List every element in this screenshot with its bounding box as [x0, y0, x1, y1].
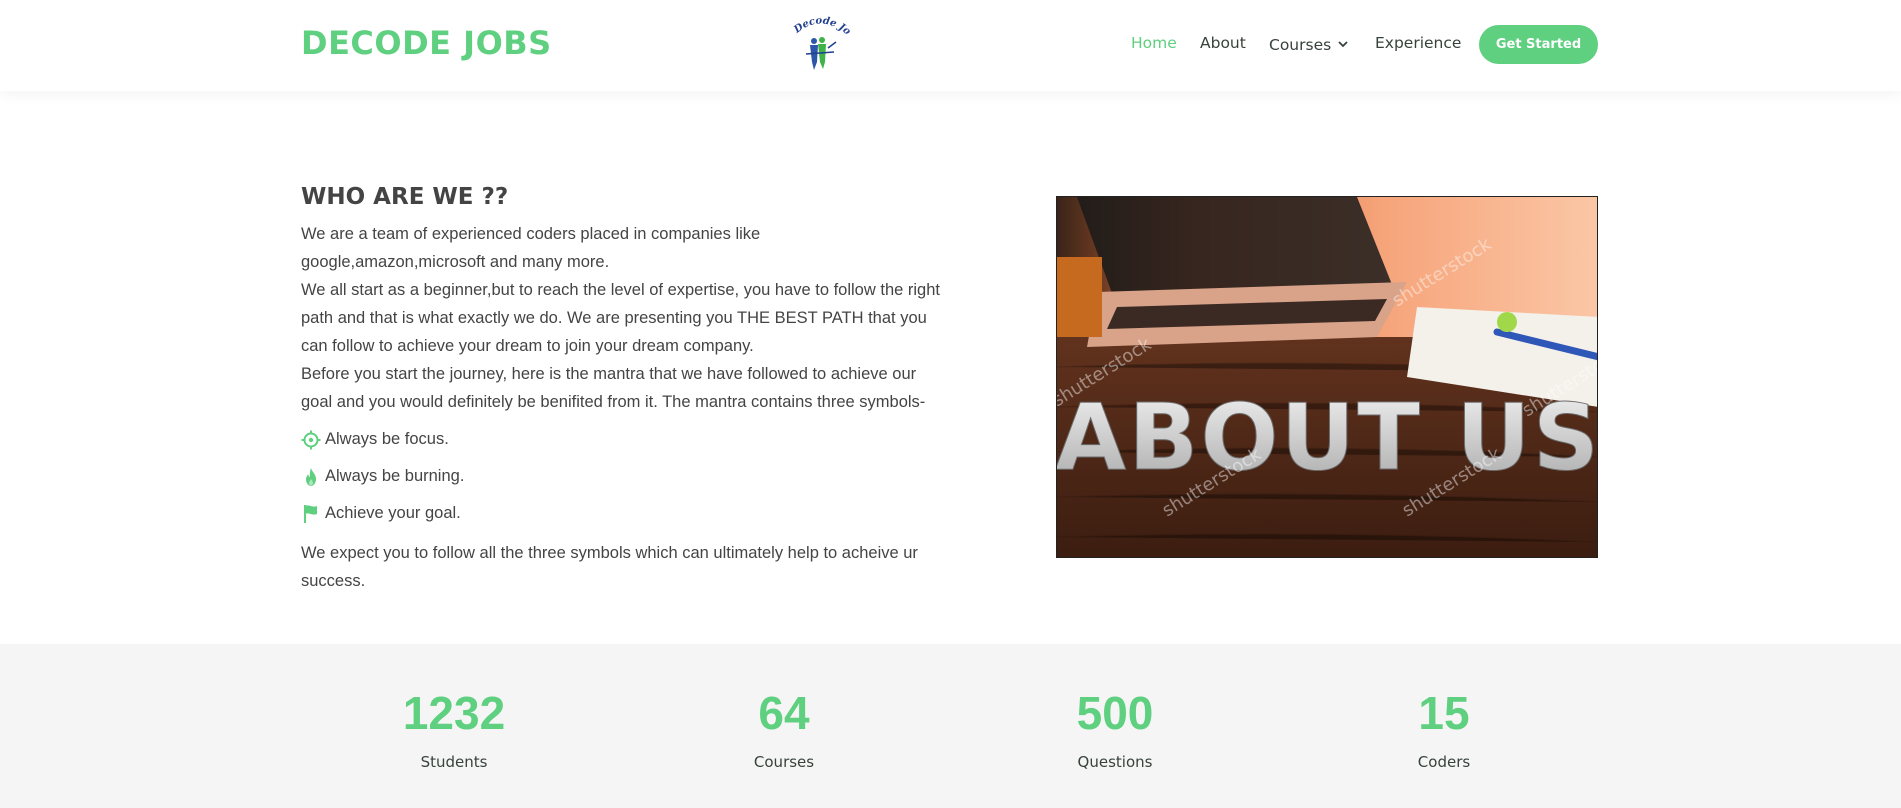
decode-jobs-logo[interactable]: Decode Jobs [785, 4, 853, 72]
brand-logo-text[interactable]: DECODE JOBS [301, 24, 552, 62]
site-header: DECODE JOBS Decode Jobs Home About Cours… [0, 0, 1901, 91]
logo-arc-text: Decode Jobs [785, 4, 853, 38]
stat-value: 15 [1418, 687, 1470, 739]
stat-label: Coders [1417, 753, 1471, 771]
stat-label: Courses [753, 753, 815, 771]
stat-value: 500 [1076, 687, 1154, 739]
about-us-illustration: ABOUT US shutterstock shutterstock shutt… [1057, 197, 1598, 557]
flame-icon [301, 467, 321, 487]
svg-text:Decode Jobs: Decode Jobs [788, 12, 850, 38]
stat-label: Students [420, 753, 488, 771]
about-paragraph: We are a team of experienced coders plac… [301, 225, 761, 271]
about-paragraph: Before you start the journey, here is th… [301, 365, 926, 411]
chevron-down-icon [1338, 34, 1348, 52]
get-started-button[interactable]: Get Started [1479, 25, 1598, 64]
stat-value: 1232 [402, 687, 506, 739]
nav-about[interactable]: About [1200, 34, 1246, 52]
about-us-image-text: ABOUT US [1057, 384, 1598, 491]
stat-value: 64 [758, 687, 810, 739]
about-description: We are a team of experienced coders plac… [301, 220, 941, 416]
about-paragraph: We all start as a beginner,but to reach … [301, 281, 940, 355]
nav-experience[interactable]: Experience [1375, 34, 1461, 52]
about-us-image: ABOUT US shutterstock shutterstock shutt… [1056, 196, 1598, 558]
about-closing-text: We expect you to follow all the three sy… [301, 544, 918, 590]
about-title: WHO ARE WE ?? [301, 184, 509, 210]
stat-label: Questions [1077, 753, 1153, 771]
nav-home[interactable]: Home [1131, 34, 1177, 52]
nav-courses-label: Courses [1269, 36, 1332, 54]
flag-icon [301, 504, 321, 524]
mantra-label: Achieve your goal. [325, 504, 461, 522]
target-icon [301, 430, 321, 450]
logo-graphic: Decode Jobs [785, 4, 853, 70]
stats-section: 1232 Students 64 Courses 500 Questions 1… [0, 644, 1901, 808]
nav-courses[interactable]: Courses [1269, 34, 1348, 54]
mantra-label: Always be burning. [325, 467, 465, 485]
mantra-label: Always be focus. [325, 430, 449, 448]
